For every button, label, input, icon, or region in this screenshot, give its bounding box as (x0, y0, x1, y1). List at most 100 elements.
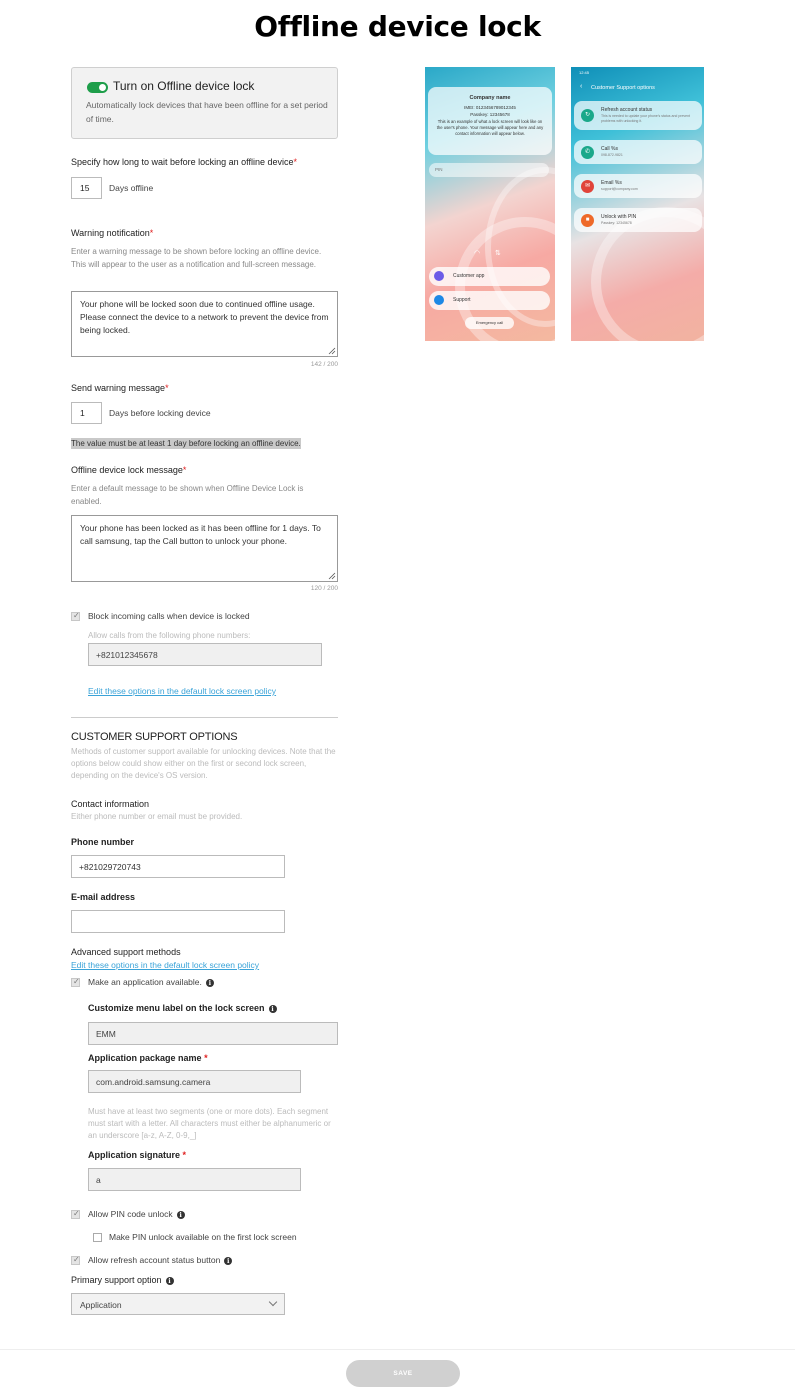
preview-option-title: Email %s (601, 180, 622, 186)
preview-lock-body: This is an example of what a lock screen… (436, 119, 544, 136)
offline-lock-toggle[interactable] (87, 82, 108, 93)
info-icon[interactable]: i (165, 1277, 174, 1285)
warning-message-text: Your phone will be locked soon due to co… (80, 299, 329, 335)
info-icon[interactable]: i (268, 1005, 277, 1013)
preview-emergency-button: Emergency call (465, 317, 514, 329)
preview-support-button: Support (429, 291, 550, 310)
preview-support-header: Customer Support options (591, 85, 655, 91)
lock-icon: ■ (581, 214, 594, 227)
toggle-label: Turn on Offline device lock (113, 79, 255, 93)
send-warning-validation: The value must be at least 1 day before … (71, 438, 301, 449)
days-before-lock-unit: Days before locking device (109, 408, 211, 418)
make-app-available-row: Make an application available. i (88, 977, 214, 987)
make-app-available-label: Make an application available. (88, 977, 202, 987)
package-name-help: Must have at least two segments (one or … (88, 1107, 331, 1140)
menu-label-input[interactable]: EMM (88, 1022, 338, 1045)
lock-message-textarea[interactable]: Your phone has been locked as it has bee… (71, 515, 338, 582)
make-app-available-checkbox[interactable] (71, 977, 80, 987)
phone-number-input[interactable]: +821029720743 (71, 855, 285, 878)
mail-icon: ✉ (581, 180, 594, 193)
allow-pin-row: Allow PIN code unlock i (88, 1209, 185, 1219)
preview-emergency-label: Emergency call (475, 320, 504, 325)
days-offline-input[interactable]: 15 (71, 177, 102, 199)
primary-support-row: Primary support option i (71, 1275, 174, 1285)
app-signature-label: Application signature (88, 1150, 181, 1160)
preview-pin-placeholder: PIN (435, 167, 443, 172)
pin-first-screen-checkbox[interactable] (93, 1233, 102, 1242)
preview-option-sub: support@company.com (601, 187, 638, 191)
lock-message-text: Your phone has been locked as it has bee… (80, 523, 321, 546)
lock-message-help: Enter a default message to be shown when… (71, 484, 304, 506)
package-name-label-row: Application package name * (88, 1053, 208, 1063)
resize-grip-icon[interactable] (328, 347, 336, 355)
lock-screen-preview-second: 12:45 ‹ Customer Support options ↻ Refre… (571, 67, 704, 341)
support-section-heading: CUSTOMER SUPPORT OPTIONS (71, 731, 238, 743)
package-name-label: Application package name (88, 1053, 202, 1063)
allow-refresh-row: Allow refresh account status button i (88, 1255, 233, 1265)
wifi-icon: ◠ (474, 250, 481, 257)
resize-grip-icon[interactable] (328, 572, 336, 580)
email-label: E-mail address (71, 892, 136, 902)
preview-option-sub: 098-872-9821 (601, 153, 623, 157)
wait-period-label: Specify how long to wait before locking … (71, 157, 297, 167)
section-divider (71, 717, 338, 718)
preview-option-sub: Passkey: 12345678 (601, 221, 632, 225)
page-title: Offline device lock (254, 10, 541, 43)
warning-char-counter: 142 / 200 (310, 361, 338, 368)
save-button[interactable]: SAVE (346, 1360, 460, 1387)
offline-lock-toggle-card: Turn on Offline device lock Automaticall… (71, 67, 338, 139)
info-icon[interactable]: i (205, 979, 214, 987)
data-arrows-icon: ⇅ (495, 250, 501, 257)
preview-support-label: Support (453, 297, 471, 303)
days-before-lock-input[interactable]: 1 (71, 402, 102, 424)
preview-option-call: ✆ Call %s 098-872-9821 (574, 140, 702, 164)
phone-number-label: Phone number (71, 837, 135, 847)
primary-support-value: Application (80, 1300, 122, 1310)
primary-support-select[interactable]: Application (71, 1293, 285, 1315)
info-icon[interactable]: i (224, 1257, 233, 1265)
preview-customer-app-label: Customer app (453, 273, 485, 279)
pin-first-screen-label: Make PIN unlock available on the first l… (109, 1232, 297, 1242)
lock-message-card: Company name IMEI: 0123456789012345 Pass… (428, 87, 552, 155)
preview-option-email: ✉ Email %s support@company.com (574, 174, 702, 198)
menu-label-row: Customize menu label on the lock screen i (88, 1003, 277, 1013)
preview-passkey: Passkey: 12345678 (470, 112, 510, 117)
app-signature-input[interactable]: a (88, 1168, 301, 1191)
days-offline-unit: Days offline (109, 183, 154, 193)
lock-message-label: Offline device lock message* (71, 465, 187, 475)
block-calls-label: Block incoming calls when device is lock… (88, 611, 250, 621)
refresh-icon: ↻ (581, 109, 594, 122)
lock-message-char-counter: 120 / 200 (310, 585, 338, 592)
email-input[interactable] (71, 910, 285, 933)
package-name-input[interactable]: com.android.samsung.camera (88, 1070, 301, 1093)
allow-refresh-label: Allow refresh account status button (88, 1255, 221, 1265)
primary-support-label: Primary support option (71, 1275, 162, 1285)
allow-pin-label: Allow PIN code unlock (88, 1209, 173, 1219)
preview-option-title: Call %s (601, 146, 618, 152)
advanced-edit-policy-link[interactable]: Edit these options in the default lock s… (71, 960, 259, 970)
block-calls-checkbox[interactable] (71, 611, 80, 621)
preview-status-time: 12:45 (579, 70, 590, 75)
preview-imei: IMEI: 0123456789012345 (464, 105, 516, 110)
contact-info-label: Contact information (71, 799, 150, 809)
preview-customer-app-button: Customer app (429, 267, 550, 286)
warning-message-textarea[interactable]: Your phone will be locked soon due to co… (71, 291, 338, 357)
preview-option-sub: This is needed to update your phone's st… (601, 114, 691, 123)
app-signature-label-row: Application signature * (88, 1150, 187, 1160)
preview-option-refresh: ↻ Refresh account status This is needed … (574, 101, 702, 130)
info-icon[interactable]: i (176, 1211, 185, 1219)
chevron-down-icon (268, 1297, 278, 1307)
warning-notification-help: Enter a warning message to be shown befo… (71, 247, 322, 269)
contact-info-help: Either phone number or email must be pro… (71, 812, 243, 821)
menu-label-label: Customize menu label on the lock screen (88, 1003, 265, 1013)
preview-company-name: Company name (469, 95, 511, 101)
edit-default-lock-policy-link[interactable]: Edit these options in the default lock s… (88, 686, 276, 696)
back-arrow-icon: ‹ (580, 83, 583, 90)
help-icon (434, 295, 444, 305)
allow-pin-checkbox[interactable] (71, 1209, 80, 1219)
preview-pin-field: PIN (429, 163, 549, 177)
allowed-numbers-input[interactable]: +821012345678 (88, 643, 322, 666)
preview-option-title: Refresh account status (601, 107, 653, 113)
allow-refresh-checkbox[interactable] (71, 1255, 80, 1265)
preview-option-pin: ■ Unlock with PIN Passkey: 12345678 (574, 208, 702, 232)
